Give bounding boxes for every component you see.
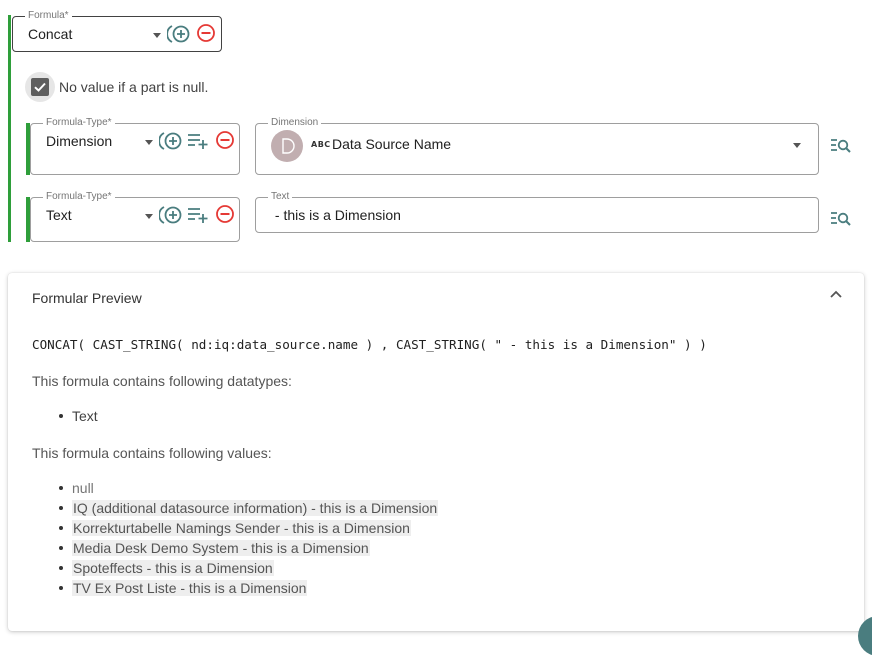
formula-select-value: Concat [28,26,73,42]
formula-select-label: Formula* [25,10,72,22]
formula-select[interactable]: Formula* Concat [12,10,222,52]
values-heading: This formula contains following values: [32,445,272,461]
playlist-add-icon[interactable] [187,206,209,224]
part-1-dimension-select[interactable]: Dimension ABC Data Source Name [255,117,819,175]
list-search-icon[interactable] [830,137,852,155]
part-2-text-label: Text [268,191,293,203]
part-2-text-input[interactable]: Text - this is a Dimension [255,191,819,233]
chevron-down-icon [145,140,153,145]
preview-panel-title[interactable]: Formular Preview [32,290,142,306]
checkmark-icon [34,82,46,92]
avatar-letter-icon [282,138,295,154]
part-2-type-select[interactable]: Formula-Type* Text [30,191,240,242]
null-option-label: No value if a part is null. [59,79,209,95]
list-search-icon[interactable] [830,210,852,228]
part-2-type-label: Formula-Type* [43,191,115,203]
chevron-down-icon [793,143,801,148]
circle-minus-icon[interactable] [196,23,216,43]
circle-minus-icon[interactable] [215,130,235,150]
circle-plus-icon[interactable] [159,204,183,226]
part-2-type-value: Text [46,207,72,223]
bullet [59,506,63,510]
text-type-icon: ABC [311,140,331,149]
dimension-avatar [271,130,303,162]
part-2-text-value: - this is a Dimension [271,207,401,223]
list-item: Text [59,406,98,426]
chevron-up-icon[interactable] [829,289,843,299]
formula-expression: CONCAT( CAST_STRING( nd:iq:data_source.n… [32,337,707,352]
datatypes-heading: This formula contains following datatype… [32,373,292,389]
chevron-down-icon [145,214,153,219]
playlist-add-icon[interactable] [187,132,209,150]
part-1-dimension-value: Data Source Name [332,136,452,152]
bullet [59,566,63,570]
circle-minus-icon[interactable] [215,204,235,224]
circle-plus-icon[interactable] [167,23,191,45]
bullet [59,486,63,490]
list-item: TV Ex Post Liste - this is a Dimension [59,578,438,598]
list-item: Korrekturtabelle Namings Sender - this i… [59,518,438,538]
list-item: Media Desk Demo System - this is a Dimen… [59,538,438,558]
part-1-dimension-label: Dimension [268,117,322,129]
null-option-checkbox[interactable] [31,78,49,96]
part-1-type-value: Dimension [46,133,113,149]
formula-indicator-bar [8,15,11,242]
part-1-type-label: Formula-Type* [43,117,115,129]
values-list: null IQ (additional datasource informati… [59,478,439,598]
chevron-down-icon [153,33,161,38]
formula-preview-panel: Formular Preview CONCAT( CAST_STRING( nd… [8,273,864,631]
part-1-type-select[interactable]: Formula-Type* Dimension [30,117,240,175]
list-item: null [59,478,438,498]
list-item: Spoteffects - this is a Dimension [59,558,438,578]
bullet [59,414,63,418]
list-item: IQ (additional datasource information) -… [59,498,439,518]
datatypes-list: Text [59,406,98,426]
bullet [59,526,63,530]
bullet [59,586,63,590]
circle-plus-icon[interactable] [159,130,183,152]
bullet [59,546,63,550]
